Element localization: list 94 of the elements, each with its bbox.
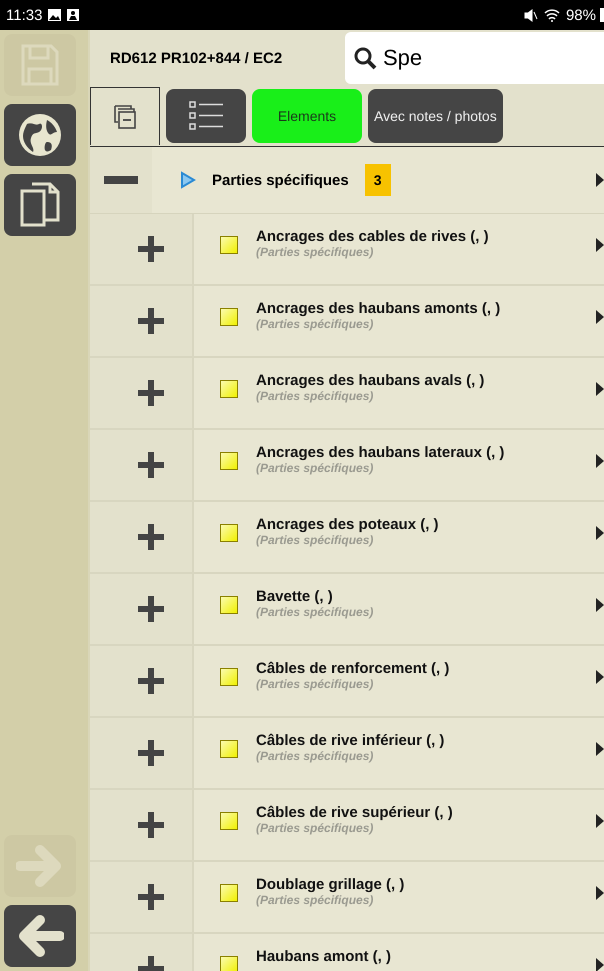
group-label: Parties spécifiques xyxy=(212,172,349,188)
right-triangle-icon xyxy=(596,886,604,900)
item-subtitle: (Parties spécifiques) xyxy=(256,317,374,331)
search-field[interactable]: Spe xyxy=(345,32,604,84)
notification-icon xyxy=(67,9,80,21)
clock: 11:33 xyxy=(6,6,42,24)
globe-icon xyxy=(17,112,63,158)
item-title: Ancrages des haubans avals (, ) xyxy=(256,372,486,389)
plus-icon[interactable] xyxy=(138,308,164,334)
right-triangle-icon xyxy=(596,238,604,252)
item-title: Câbles de rive inférieur (, ) xyxy=(256,732,446,749)
record-title: RD612 PR102+844 / EC2 xyxy=(109,50,284,66)
list-item[interactable]: Haubans amont (, ) xyxy=(192,934,604,971)
globe-button[interactable] xyxy=(4,104,76,166)
item-title: Ancrages des haubans lateraux (, ) xyxy=(256,444,506,461)
checkbox[interactable] xyxy=(220,380,238,398)
plus-icon[interactable] xyxy=(138,596,164,622)
collapse-icon xyxy=(113,104,137,130)
item-title: Bavette (, ) xyxy=(256,588,334,605)
item-subtitle: (Parties spécifiques) xyxy=(256,533,374,547)
checkbox[interactable] xyxy=(220,884,238,902)
item-subtitle: (Parties spécifiques) xyxy=(256,821,374,835)
checkbox[interactable] xyxy=(220,308,238,326)
checkbox[interactable] xyxy=(220,956,238,971)
battery-icon xyxy=(600,8,604,22)
right-triangle-icon xyxy=(596,670,604,684)
list-item[interactable]: Câbles de rive inférieur (, ) (Parties spécifiques) xyxy=(192,718,604,788)
list-item[interactable]: Ancrages des poteaux (, ) (Parties spécifiques) xyxy=(192,502,604,572)
right-triangle-icon xyxy=(596,173,604,187)
item-title: Câbles de renforcement (, ) xyxy=(256,660,450,677)
mute-icon xyxy=(524,8,538,22)
right-triangle-icon xyxy=(596,310,604,324)
group-header[interactable]: Parties spécifiques 3 xyxy=(152,147,604,213)
checkbox[interactable] xyxy=(220,236,238,254)
copy-icon xyxy=(18,181,62,229)
filter-tab[interactable]: Elements xyxy=(252,89,362,143)
right-triangle-icon xyxy=(596,454,604,468)
collapse-all-button[interactable] xyxy=(90,87,160,145)
checkbox[interactable] xyxy=(220,812,238,830)
item-subtitle: (Parties spécifiques) xyxy=(256,677,374,691)
item-subtitle: (Parties spécifiques) xyxy=(256,245,374,259)
left-arrow-icon xyxy=(16,914,64,958)
right-triangle-icon xyxy=(596,382,604,396)
copy-button[interactable] xyxy=(4,174,76,236)
wifi-icon xyxy=(544,8,560,22)
item-subtitle: (Parties spécifiques) xyxy=(256,749,374,763)
item-title: Ancrages des haubans amonts (, ) xyxy=(256,300,502,317)
right-triangle-icon xyxy=(596,958,604,971)
right-arrow-icon xyxy=(16,844,64,888)
item-subtitle: (Parties spécifiques) xyxy=(256,461,374,475)
plus-icon[interactable] xyxy=(138,668,164,694)
search-input[interactable]: Spe xyxy=(383,43,533,73)
item-title: Doublage grillage (, ) xyxy=(256,876,406,893)
right-triangle-icon xyxy=(596,742,604,756)
item-subtitle: (Parties spécifiques) xyxy=(256,389,374,403)
list-view-button[interactable] xyxy=(166,89,246,143)
list-item[interactable]: Ancrages des haubans amonts (, ) (Parties spécifiques) xyxy=(192,286,604,356)
plus-icon[interactable] xyxy=(138,380,164,406)
plus-icon[interactable] xyxy=(138,452,164,478)
search-icon xyxy=(353,46,377,70)
right-triangle-icon xyxy=(596,814,604,828)
list-item[interactable]: Ancrages des cables de rives (, ) (Parties spécifiques) xyxy=(192,214,604,284)
list-item[interactable]: Doublage grillage (, ) (Parties spécifiques) xyxy=(192,862,604,932)
plus-icon[interactable] xyxy=(138,884,164,910)
list-icon xyxy=(189,100,223,132)
right-triangle-icon xyxy=(596,598,604,612)
list-item[interactable]: Ancrages des haubans avals (, ) (Parties spécifiques) xyxy=(192,358,604,428)
image-icon xyxy=(48,9,62,21)
checkbox[interactable] xyxy=(220,452,238,470)
item-title: Câbles de rive supérieur (, ) xyxy=(256,804,454,821)
item-subtitle: (Parties spécifiques) xyxy=(256,605,374,619)
count-badge: 3 xyxy=(364,164,391,196)
plus-icon[interactable] xyxy=(138,236,164,262)
plus-icon[interactable] xyxy=(138,524,164,550)
list-item[interactable]: Bavette (, ) (Parties spécifiques) xyxy=(192,574,604,644)
list-item[interactable]: Ancrages des haubans lateraux (, ) (Parties spécifiques) xyxy=(192,430,604,500)
item-title: Haubans amont (, ) xyxy=(256,948,392,965)
plus-icon[interactable] xyxy=(138,812,164,838)
item-title: Ancrages des poteaux (, ) xyxy=(256,516,440,533)
right-triangle-icon xyxy=(596,526,604,540)
play-icon xyxy=(180,171,196,189)
plus-icon[interactable] xyxy=(138,740,164,766)
item-title: Ancrages des cables de rives (, ) xyxy=(256,228,490,245)
checkbox[interactable] xyxy=(220,596,238,614)
checkbox[interactable] xyxy=(220,524,238,542)
list-item[interactable]: Câbles de renforcement (, ) (Parties spécifiques) xyxy=(192,646,604,716)
checkbox[interactable] xyxy=(220,740,238,758)
checkbox[interactable] xyxy=(220,668,238,686)
back-button[interactable] xyxy=(4,905,76,967)
item-subtitle: (Parties spécifiques) xyxy=(256,893,374,907)
list-item[interactable]: Câbles de rive supérieur (, ) (Parties spécifiques) xyxy=(192,790,604,860)
battery-level: 98% xyxy=(566,6,596,24)
filter-tab[interactable]: Avec notes / photos xyxy=(368,89,503,143)
save-icon xyxy=(20,43,60,87)
